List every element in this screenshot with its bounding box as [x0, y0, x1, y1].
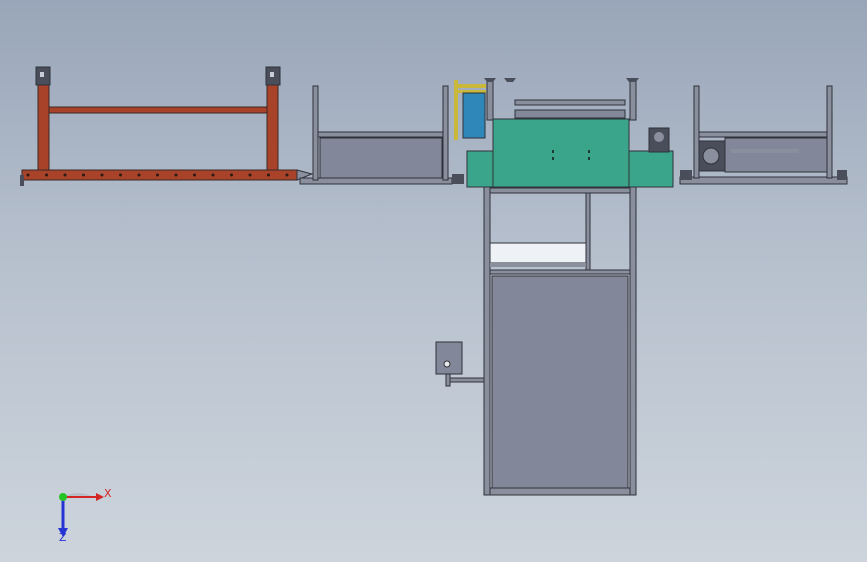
infeed-top-rail — [317, 131, 444, 138]
rail-hole — [267, 173, 270, 177]
infeed-conveyor[interactable] — [299, 85, 464, 185]
frame-mid-post — [585, 192, 591, 271]
infeed-side-panel — [319, 137, 443, 179]
outfeed-top-rail — [698, 131, 828, 138]
outfeed-base-rail — [679, 176, 848, 185]
rail-holes — [26, 173, 289, 177]
control-knob[interactable] — [443, 360, 451, 368]
control-box[interactable] — [435, 341, 485, 387]
blue-plate — [462, 92, 486, 139]
main-right-tower — [629, 79, 637, 121]
cad-model-view[interactable]: X Z — [0, 0, 867, 562]
control-box-arm — [445, 373, 451, 387]
cap-bolt — [40, 72, 44, 77]
rust-frame-right-post — [266, 83, 279, 171]
control-box-body — [435, 341, 463, 375]
rust-frame-cross-beam — [48, 106, 268, 114]
rail-hole — [230, 173, 233, 177]
rail-hole — [174, 173, 178, 177]
rail-hole — [211, 173, 215, 177]
outfeed-right-post — [826, 85, 833, 179]
bin-lip — [490, 263, 586, 267]
control-box-bracket — [449, 377, 485, 383]
y-axis-indicator — [59, 493, 67, 501]
rust-frame-bottom-rail — [21, 169, 298, 181]
orientation-triad: X Z — [58, 487, 112, 544]
rail-hole — [82, 173, 85, 177]
cover-mark — [552, 157, 554, 160]
cover-mark — [552, 150, 554, 153]
outfeed-conveyor[interactable] — [679, 85, 848, 185]
cabinet-panel — [491, 275, 629, 489]
infeed-end-roller — [452, 174, 464, 184]
x-axis-label: X — [104, 487, 112, 500]
rail-hole — [45, 173, 48, 177]
outfeed-side-panel — [724, 137, 828, 173]
main-top-rail — [514, 99, 626, 106]
main-top-panel — [514, 109, 626, 119]
rail-hole — [193, 173, 196, 177]
teal-cover — [492, 118, 630, 188]
cover-mark — [588, 157, 590, 160]
tower-cap — [504, 78, 516, 82]
teal-right-wing — [628, 150, 674, 188]
main-left-tower — [486, 79, 494, 121]
graphics-viewport[interactable]: X Z — [0, 0, 867, 562]
rail-hole — [119, 173, 122, 177]
outfeed-left-post — [693, 85, 700, 179]
rail-hole — [248, 173, 252, 177]
rail-hole — [63, 173, 67, 177]
gearbox-wheel — [702, 147, 720, 165]
z-axis-label: Z — [59, 531, 67, 544]
rust-conveyor-frame[interactable] — [20, 66, 314, 186]
motor-shaft — [654, 132, 664, 142]
outfeed-end-roller — [680, 170, 692, 180]
yellow-guard-bar — [458, 84, 486, 88]
tower-cap — [626, 78, 639, 82]
infeed-right-post — [442, 85, 449, 181]
outfeed-inner-rail — [731, 149, 799, 153]
infeed-base-rail — [299, 177, 453, 185]
rail-hole — [26, 173, 30, 177]
rust-frame-left-post — [37, 83, 50, 171]
rail-hole — [137, 173, 141, 177]
rail-hole — [285, 173, 289, 177]
frame-right-leg — [629, 186, 637, 496]
bin-highlight — [489, 242, 587, 264]
teal-left-wing — [466, 150, 494, 188]
cap-bolt — [270, 72, 274, 77]
main-machine[interactable] — [454, 78, 674, 496]
cover-mark — [588, 150, 590, 153]
frame-mid-beam — [489, 269, 631, 275]
frame-bottom-beam — [489, 487, 631, 496]
tower-cap — [484, 78, 496, 82]
frame-left-leg — [483, 186, 491, 496]
frame-top-beam — [489, 187, 631, 194]
rail-hole — [100, 173, 104, 177]
yellow-guard-left — [454, 80, 458, 140]
x-axis-arrow-head — [96, 493, 104, 501]
rail-hole — [156, 173, 159, 177]
rail-end-tab — [20, 175, 24, 186]
infeed-left-post — [312, 85, 319, 181]
outfeed-end-cap — [837, 170, 847, 180]
